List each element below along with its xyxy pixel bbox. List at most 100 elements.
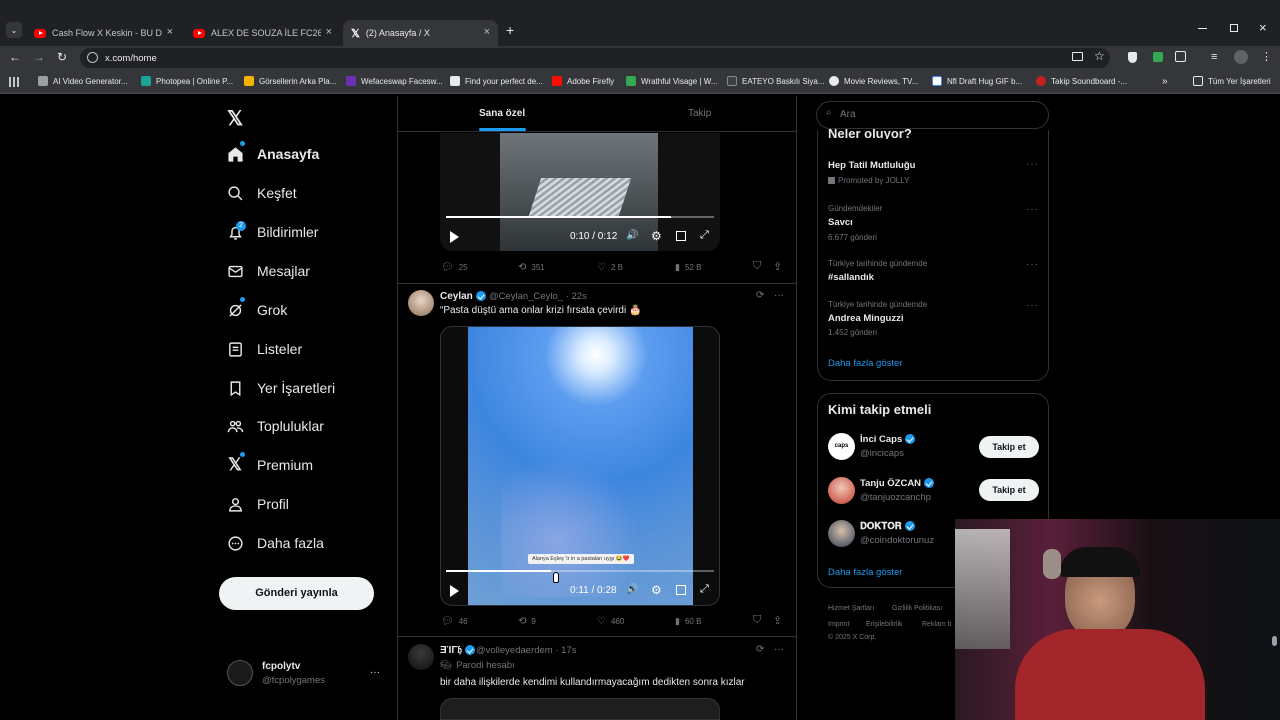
reply-action[interactable]: 💬︎ 25 [441,262,468,273]
settings-gear-icon[interactable]: ⚙ [651,229,662,243]
post-author-name[interactable]: Ceylan [440,291,486,302]
footer-privacy-link[interactable]: Gizlilik Politikası [892,605,942,612]
reply-action[interactable]: 💬︎ 46 [441,616,468,627]
fullscreen-icon[interactable]: ⤢ [700,583,709,596]
post-author-handle[interactable]: @Ceylan_Ceylo_ · 22s [489,291,587,302]
nav-item-more[interactable]: Daha fazla [226,528,324,558]
picture-in-picture-icon[interactable] [676,231,686,241]
nav-item-communities[interactable]: Topluluklar [226,411,324,441]
bookmark-star-icon[interactable]: ☆ [1094,49,1105,63]
author-avatar[interactable] [408,644,434,670]
reload-icon[interactable]: ↻ [57,50,67,64]
trend-more-icon[interactable]: ··· [1026,300,1039,311]
nav-item-messages[interactable]: Mesajlar [226,256,310,286]
share-icon[interactable]: ⇪ [773,614,782,627]
trend-more-icon[interactable]: ··· [1026,204,1039,215]
trend-more-icon[interactable]: ··· [1026,259,1039,270]
bookmark-item[interactable]: Görsellerin Arka Pla... [244,76,336,86]
bookmark-item[interactable]: EATEYO Baskılı Siya... [727,76,825,86]
show-more-suggestions-link[interactable]: Daha fazla göster [828,567,902,578]
play-icon[interactable] [450,585,459,597]
account-more-icon[interactable]: ··· [370,667,380,678]
suggestion-avatar[interactable]: caps [828,433,855,460]
close-tab-icon[interactable]: × [167,26,173,38]
maximize-icon[interactable] [1230,24,1238,32]
close-window-icon[interactable]: × [1259,20,1267,35]
close-tab-icon[interactable]: × [326,26,332,38]
suggestion-name[interactable]: Tanju ÖZCAN [860,478,935,489]
url-text[interactable]: x.com/home [105,53,157,64]
repost-action[interactable]: ⟲ 9 [518,616,536,627]
suggestion-name[interactable]: İnci Caps [860,434,916,445]
bookmarks-overflow-button[interactable]: » [1162,76,1168,87]
suggestion-name[interactable]: 𝐃𝐎𝐊𝐓𝐎𝐑 [860,521,915,532]
fullscreen-icon[interactable]: ⤢ [700,229,709,242]
like-action[interactable]: ♡ 2 B [597,262,623,273]
x-logo-icon[interactable]: 𝕏 [227,106,243,131]
post-media-preview[interactable] [440,698,720,720]
site-info-icon[interactable] [87,52,98,63]
apps-grid-icon[interactable] [9,77,19,87]
bookmark-item[interactable]: Takip Soundboard -... [1036,76,1127,86]
settings-gear-icon[interactable]: ⚙ [651,583,662,597]
picture-in-picture-icon[interactable] [676,585,686,595]
extensions-puzzle-icon[interactable] [1175,51,1186,62]
nav-item-explore[interactable]: Keşfet [226,178,297,208]
post-more-icon[interactable]: ··· [774,644,784,655]
browser-menu-icon[interactable]: ⋮ [1261,50,1272,63]
show-more-trends-link[interactable]: Daha fazla göster [828,358,902,369]
video-player-2[interactable] [440,326,720,606]
footer-terms-link[interactable]: Hizmet Şartları [828,605,874,612]
profile-avatar-icon[interactable] [1234,50,1248,64]
footer-accessibility-link[interactable]: Erişilebilirlik [866,621,903,628]
new-tab-button[interactable]: + [506,22,514,38]
grok-post-icon[interactable]: ⟳ [756,290,764,301]
share-icon[interactable]: ⇪ [773,260,782,273]
volume-icon[interactable]: 🔊 [626,230,638,241]
like-action[interactable]: ♡ 460 [597,616,624,627]
tab-for-you[interactable]: Sana özel [479,108,525,119]
trend-more-icon[interactable]: ··· [1026,159,1039,170]
nav-item-lists[interactable]: Listeler [226,334,302,364]
grok-post-icon[interactable]: ⟳ [756,644,764,655]
repost-action[interactable]: ⟲ 351 [518,262,545,273]
forward-icon[interactable]: → [33,50,45,64]
bookmark-item[interactable]: Nfl Draft Hug GIF b... [932,76,1022,86]
bookmark-item[interactable]: Adobe Firefly [552,76,614,86]
nav-item-bookmarks[interactable]: Yer İşaretleri [226,373,335,403]
bookmark-item[interactable]: Photopea | Online P... [141,76,233,86]
suggestion-avatar[interactable] [828,477,855,504]
follow-button[interactable]: Takip et [979,436,1039,458]
bookmark-item[interactable]: Movie Reviews, TV... [829,76,918,86]
suggestion-avatar[interactable] [828,520,855,547]
footer-ads-link[interactable]: Reklam b [922,621,952,628]
all-bookmarks-folder[interactable]: Tüm Yer İşaretleri [1193,76,1271,86]
minimize-icon[interactable] [1198,28,1207,29]
volume-icon[interactable]: 🔊 [626,584,638,595]
browser-tab-3[interactable]: 𝕏 (2) Anasayfa / X × [343,20,498,46]
bookmark-item[interactable]: Find your perfect de... [450,76,543,86]
author-avatar[interactable] [408,290,434,316]
trend-item[interactable] [817,152,1049,192]
bookmark-item[interactable]: Wefaceswap Facesw... [346,76,443,86]
play-icon[interactable] [450,231,459,243]
address-bar[interactable] [80,48,1110,68]
views-action[interactable]: ▮ 52 B [675,262,701,273]
green-extension-icon[interactable] [1153,52,1163,62]
media-control-icon[interactable]: ≡ [1211,51,1217,63]
post-button[interactable]: Gönderi yayınla [219,577,374,610]
bookmark-action-icon[interactable]: ⛉ [753,260,761,273]
bookmark-item[interactable]: AI Video Generator... [38,76,128,86]
post-more-icon[interactable]: ··· [774,290,784,301]
views-action[interactable]: ▮ 60 B [675,616,701,627]
bookmark-action-icon[interactable]: ⛉ [753,614,761,627]
shield-extension-icon[interactable] [1128,52,1137,63]
tab-following[interactable]: Takip [688,108,711,119]
post-author-name[interactable]: ƎΊΓ𝔥 [440,645,475,656]
nav-item-grok[interactable]: Grok [226,295,287,325]
close-tab-icon[interactable]: × [484,26,490,38]
back-icon[interactable]: ← [9,50,21,64]
install-app-icon[interactable] [1072,52,1083,61]
follow-button[interactable]: Takip et [979,479,1039,501]
bookmark-item[interactable]: Wrathful Visage | W... [626,76,717,86]
